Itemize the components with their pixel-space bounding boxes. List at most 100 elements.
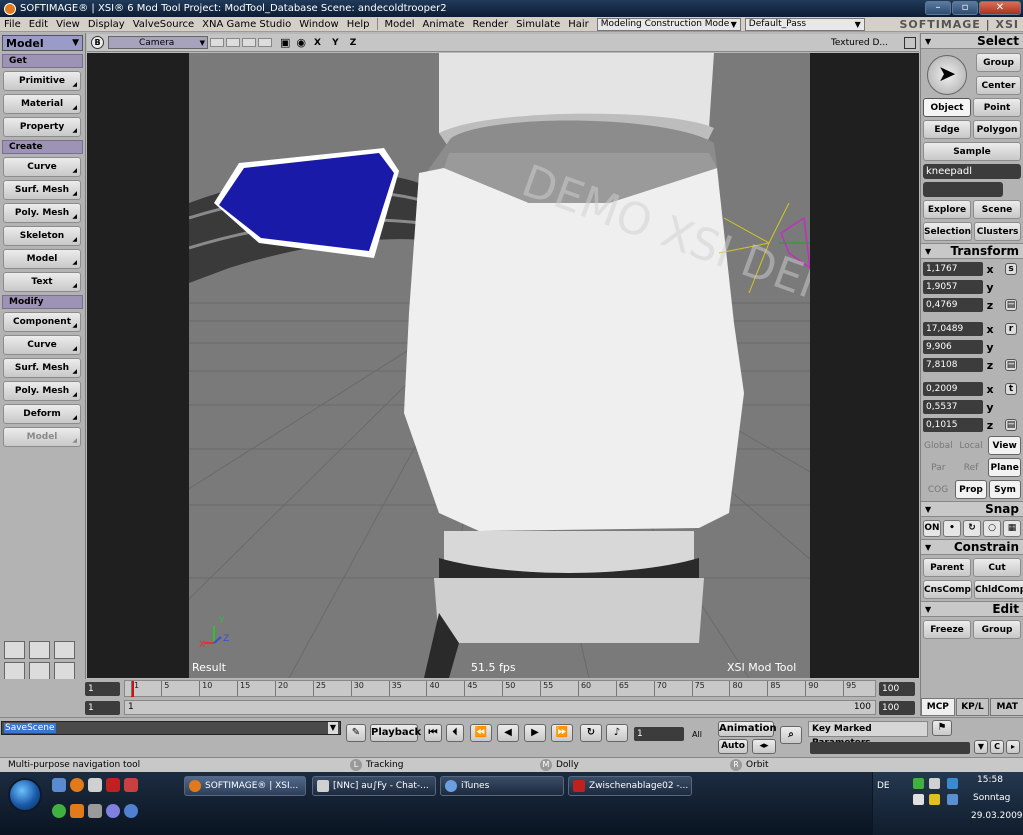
group-select-button[interactable]: Group bbox=[976, 53, 1021, 72]
rewind-icon[interactable]: ⏪ bbox=[470, 724, 492, 742]
sample-filter-button[interactable]: Sample bbox=[923, 142, 1021, 161]
layout-quad-icon[interactable] bbox=[4, 641, 25, 659]
modify-surf-mesh-button[interactable]: Surf. Mesh ◢ bbox=[3, 358, 81, 378]
task-itunes[interactable]: iTunes bbox=[440, 776, 564, 796]
select-header[interactable]: ▼ Select bbox=[921, 33, 1023, 49]
layout-vertical-icon[interactable] bbox=[29, 641, 50, 659]
snap-curve-icon[interactable]: ↻ bbox=[963, 520, 981, 537]
sym-button[interactable]: Sym bbox=[989, 480, 1021, 499]
firefox-icon[interactable] bbox=[70, 778, 84, 792]
app-launcher-icon[interactable] bbox=[124, 778, 138, 792]
menu-help[interactable]: Help bbox=[343, 19, 374, 30]
tray-icon[interactable] bbox=[929, 794, 940, 805]
timeline-start-field[interactable]: 1 bbox=[85, 682, 120, 696]
axes-toggle[interactable]: X Y Z bbox=[314, 38, 360, 48]
close-icon[interactable]: ✕ bbox=[979, 1, 1021, 15]
property-button[interactable]: Property ◢ bbox=[3, 117, 81, 137]
view-space-button[interactable]: View bbox=[988, 436, 1022, 455]
menu-window[interactable]: Window bbox=[295, 19, 342, 30]
menu-valvesource[interactable]: ValveSource bbox=[129, 19, 198, 30]
prev-key-icon[interactable]: ⏴ bbox=[446, 724, 464, 742]
snap-point-icon[interactable]: • bbox=[943, 520, 961, 537]
camera-select[interactable]: Camera ▼ bbox=[108, 36, 208, 49]
network-icon[interactable] bbox=[947, 794, 958, 805]
create-curve-button[interactable]: Curve ◢ bbox=[3, 157, 81, 177]
play-backward-icon[interactable]: ◀ bbox=[497, 724, 519, 742]
create-surf-mesh-button[interactable]: Surf. Mesh ◢ bbox=[3, 180, 81, 200]
tray-icon[interactable] bbox=[913, 794, 924, 805]
z-axis-label[interactable]: z bbox=[983, 419, 997, 432]
loop-icon[interactable]: ↻ bbox=[580, 724, 602, 742]
icq-icon[interactable] bbox=[52, 804, 66, 818]
vp-toggle-icon[interactable] bbox=[242, 38, 256, 47]
scale-z-field[interactable]: 0,4769 bbox=[923, 298, 983, 312]
rotate-y-field[interactable]: 9,906 bbox=[923, 340, 983, 354]
primitive-button[interactable]: Primitive ◢ bbox=[3, 71, 81, 91]
center-select-button[interactable]: Center bbox=[976, 76, 1021, 95]
clear-keys-icon[interactable]: C bbox=[990, 740, 1004, 754]
ref-space-button[interactable]: Ref bbox=[956, 458, 987, 477]
key-marked-field[interactable] bbox=[810, 742, 970, 754]
arrow-right-icon[interactable]: ▸ bbox=[1006, 740, 1020, 754]
clock-time[interactable]: 15:58 bbox=[977, 775, 1003, 785]
translate-y-field[interactable]: 0,5537 bbox=[923, 400, 983, 414]
language-indicator[interactable]: DE bbox=[877, 781, 890, 791]
timeline-range-end-field[interactable]: 100 bbox=[879, 701, 915, 715]
z-axis-label[interactable]: z bbox=[983, 299, 997, 312]
construction-mode-select[interactable]: Modeling Construction Mode ▼ bbox=[596, 17, 741, 31]
translate-lock-icon[interactable]: ▤ bbox=[1005, 419, 1017, 431]
menu-render[interactable]: Render bbox=[468, 19, 512, 30]
create-text-button[interactable]: Text ◢ bbox=[3, 272, 81, 292]
fast-forward-icon[interactable]: ⏩ bbox=[551, 724, 573, 742]
modify-curve-button[interactable]: Curve ◢ bbox=[3, 335, 81, 355]
explore-button[interactable]: Explore bbox=[923, 200, 971, 219]
scale-icon[interactable]: s bbox=[1005, 263, 1017, 275]
transform-header[interactable]: ▼ Transform bbox=[921, 243, 1023, 259]
point-filter-button[interactable]: Point bbox=[973, 98, 1021, 117]
app-launcher-icon[interactable] bbox=[88, 804, 102, 818]
task-softimage[interactable]: SOFTIMAGE® | XSI... bbox=[184, 776, 306, 796]
x-axis-label[interactable]: x bbox=[983, 383, 997, 396]
timeline-end-field[interactable]: 100 bbox=[879, 682, 915, 696]
chldcomp-button[interactable]: ChldComp bbox=[973, 580, 1023, 599]
menu-animate[interactable]: Animate bbox=[419, 19, 469, 30]
current-frame-field[interactable]: 1 bbox=[634, 727, 684, 741]
plane-space-button[interactable]: Plane bbox=[988, 458, 1022, 477]
translate-x-field[interactable]: 0,2009 bbox=[923, 382, 983, 396]
selection-button[interactable]: Selection bbox=[923, 222, 973, 241]
modify-deform-button[interactable]: Deform ◢ bbox=[3, 404, 81, 424]
snap-header[interactable]: ▼ Snap bbox=[921, 501, 1023, 517]
key-icon[interactable]: ⚑ bbox=[932, 720, 952, 736]
menu-xna-game-studio[interactable]: XNA Game Studio bbox=[198, 19, 295, 30]
constrain-header[interactable]: ▼ Constrain bbox=[921, 539, 1023, 555]
auto-key-toggle[interactable]: Auto bbox=[718, 739, 748, 754]
global-space-button[interactable]: Global bbox=[923, 436, 954, 455]
modify-component-button[interactable]: Component ◢ bbox=[3, 312, 81, 332]
key-search-icon[interactable]: ⌕ bbox=[780, 726, 802, 744]
modify-poly-mesh-button[interactable]: Poly. Mesh ◢ bbox=[3, 381, 81, 401]
camera-icon[interactable]: ▣ bbox=[280, 36, 290, 49]
object-filter-button[interactable]: Object bbox=[923, 98, 971, 117]
script-command-input[interactable]: SaveScene ▼ bbox=[1, 721, 341, 735]
vp-toggle-icon[interactable] bbox=[258, 38, 272, 47]
translate-icon[interactable]: t bbox=[1005, 383, 1017, 395]
key-dropdown-icon[interactable]: ▼ bbox=[974, 740, 988, 754]
selection-filter-field[interactable] bbox=[923, 182, 1003, 197]
animation-button[interactable]: Animation bbox=[718, 721, 777, 737]
cnscomp-button[interactable]: CnsComp bbox=[923, 580, 972, 599]
tab-mat[interactable]: MAT bbox=[990, 698, 1023, 716]
tray-icon[interactable] bbox=[929, 778, 940, 789]
translate-z-field[interactable]: 0,1015 bbox=[923, 418, 983, 432]
menu-view[interactable]: View bbox=[52, 19, 84, 30]
tab-mcp[interactable]: MCP bbox=[921, 698, 955, 716]
scale-lock-icon[interactable]: ▤ bbox=[1005, 299, 1017, 311]
layout-single-icon[interactable] bbox=[29, 662, 50, 680]
menu-hair[interactable]: Hair bbox=[564, 19, 593, 30]
rotate-icon[interactable]: r bbox=[1005, 323, 1017, 335]
select-arrow-icon[interactable]: ➤ bbox=[927, 55, 967, 95]
cut-button[interactable]: Cut bbox=[973, 558, 1021, 577]
rotate-z-field[interactable]: 7,8108 bbox=[923, 358, 983, 372]
app-launcher-icon[interactable] bbox=[106, 804, 120, 818]
vp-toggle-icon[interactable] bbox=[210, 38, 224, 47]
parent-button[interactable]: Parent bbox=[923, 558, 971, 577]
